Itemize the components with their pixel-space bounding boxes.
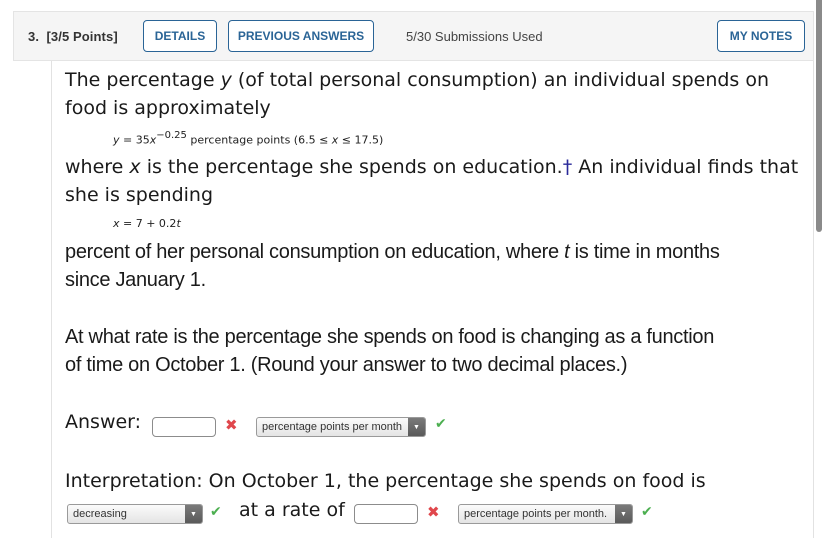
- question-content: The percentage y (of total personal cons…: [51, 61, 814, 538]
- incorrect-icon: ✖: [225, 416, 238, 434]
- formula-y: y = 35x−0.25 percentage points (6.5 ≤ x …: [113, 130, 384, 147]
- formula-x: x = 7 + 0.2t: [113, 217, 181, 230]
- previous-answers-button[interactable]: PREVIOUS ANSWERS: [228, 20, 374, 52]
- rate-unit-selected: percentage points per month.: [464, 508, 608, 520]
- question-paragraph-3: percent of her personal consumption on e…: [65, 241, 720, 291]
- dropdown-arrow-icon: ▼: [615, 505, 632, 523]
- rate-input[interactable]: [354, 504, 418, 524]
- at-rate-of-label: at a rate of: [239, 499, 345, 521]
- correct-icon: ✔: [210, 504, 222, 520]
- direction-select[interactable]: decreasing ▼: [67, 504, 203, 524]
- question-header: 3. [3/5 Points] DETAILS PREVIOUS ANSWERS…: [13, 11, 814, 61]
- variable-y: y: [220, 69, 232, 91]
- dropdown-arrow-icon: ▼: [185, 505, 202, 523]
- answer-label: Answer:: [65, 411, 142, 433]
- rate-unit-select[interactable]: percentage points per month. ▼: [458, 504, 633, 524]
- answer-input[interactable]: [152, 417, 216, 437]
- question-number-points: 3. [3/5 Points]: [28, 29, 118, 44]
- answer-unit-select[interactable]: percentage points per month ▼: [256, 417, 426, 437]
- direction-selected: decreasing: [73, 508, 127, 520]
- question-paragraph-1: The percentage y (of total personal cons…: [65, 69, 770, 119]
- exponent: −0.25: [156, 130, 187, 141]
- dropdown-arrow-icon: ▼: [408, 418, 425, 436]
- variable-x: x: [129, 156, 141, 178]
- incorrect-icon: ✖: [427, 503, 440, 521]
- scrollbar-thumb[interactable]: [816, 0, 822, 232]
- my-notes-button[interactable]: MY NOTES: [717, 20, 805, 52]
- question-points: [3/5 Points]: [46, 29, 118, 44]
- submissions-used: 5/30 Submissions Used: [406, 29, 543, 44]
- page: 3. [3/5 Points] DETAILS PREVIOUS ANSWERS…: [0, 0, 828, 538]
- question-paragraph-4: At what rate is the percentage she spend…: [65, 326, 715, 376]
- correct-icon: ✔: [641, 504, 653, 520]
- footnote-dagger-link[interactable]: †: [563, 156, 573, 178]
- answer-unit-selected: percentage points per month: [262, 421, 403, 433]
- details-button[interactable]: DETAILS: [143, 20, 217, 52]
- question-number: 3.: [28, 29, 40, 44]
- correct-icon: ✔: [435, 416, 447, 432]
- question-paragraph-2: where x is the percentage she spends on …: [65, 156, 799, 206]
- interpretation-text: Interpretation: On October 1, the percen…: [65, 470, 706, 492]
